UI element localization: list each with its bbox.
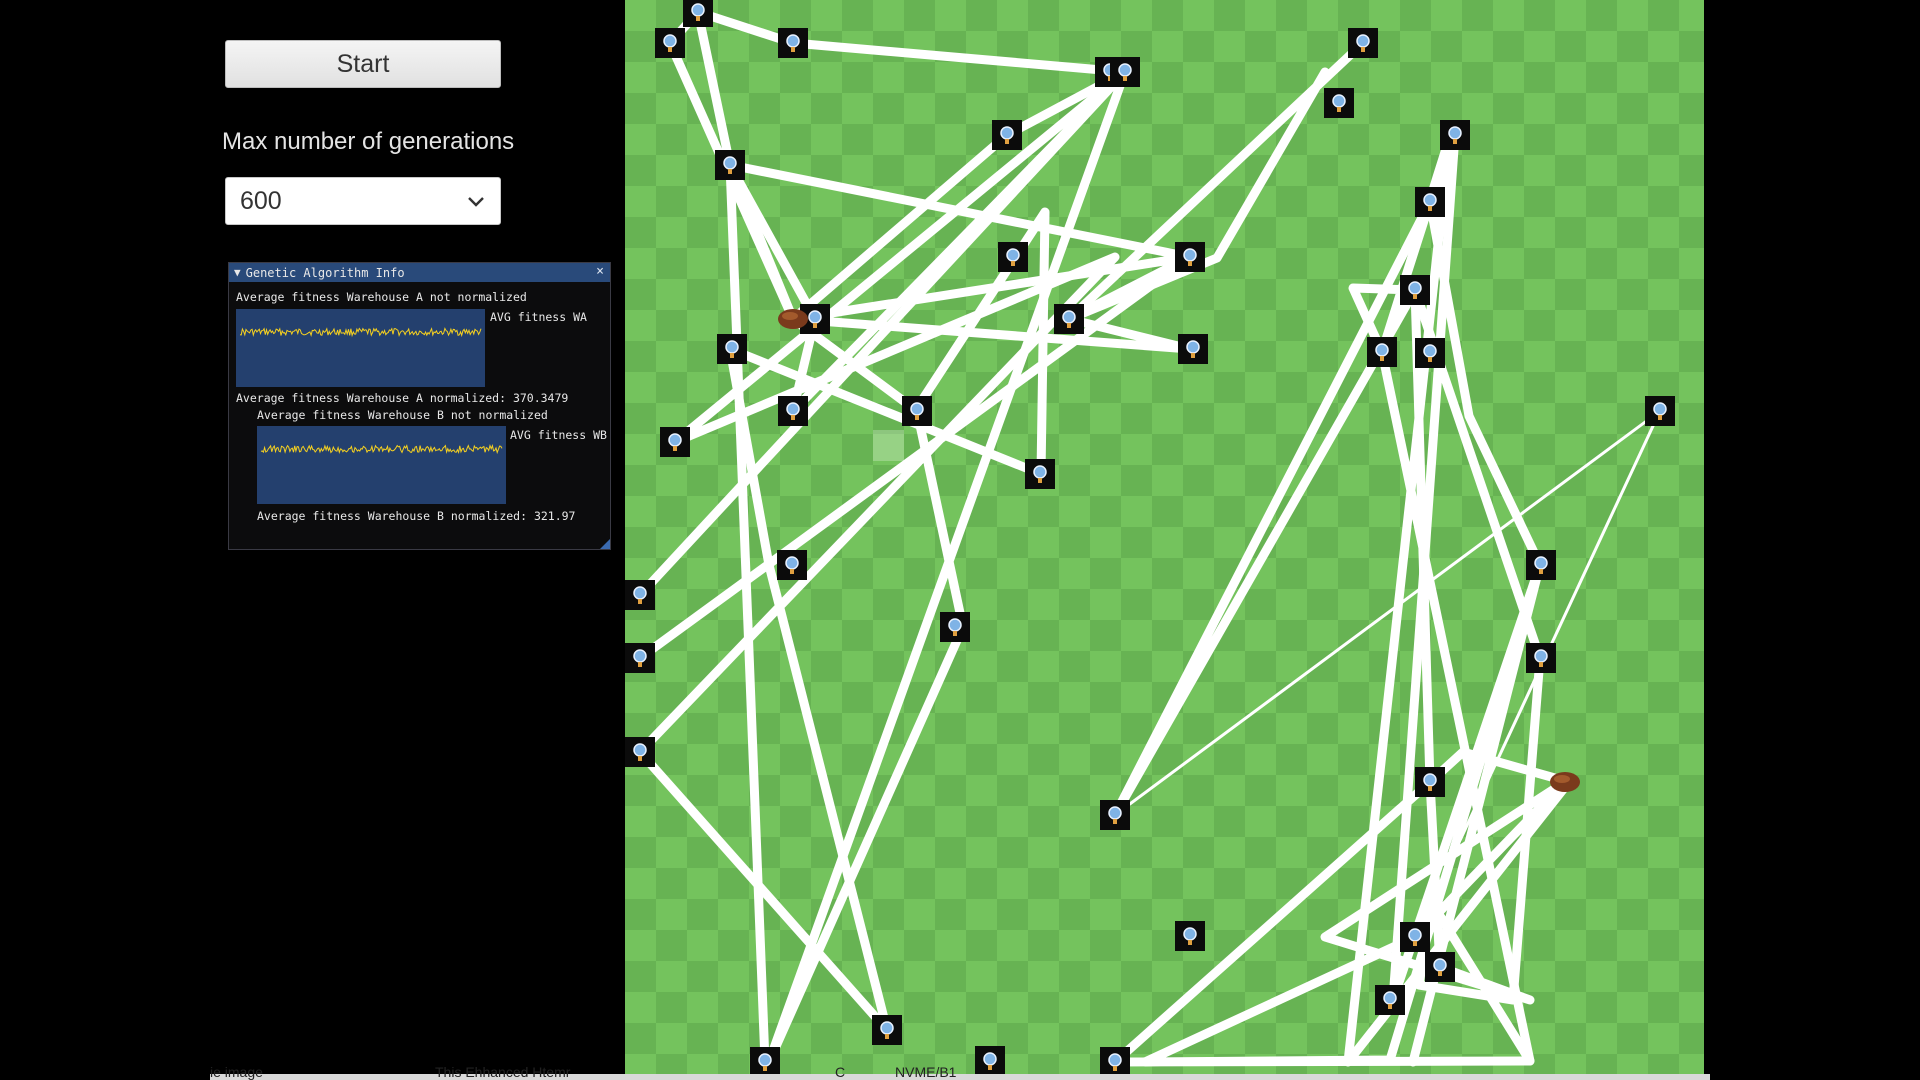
route-canvas xyxy=(625,0,1675,1077)
delivery-point-icon[interactable] xyxy=(655,28,685,58)
delivery-point-icon[interactable] xyxy=(1415,767,1445,797)
vehicle-route xyxy=(635,7,1130,1067)
fitness-line xyxy=(239,327,482,338)
wb-plot-label: AVG fitness WB xyxy=(510,428,607,442)
delivery-point-icon[interactable] xyxy=(625,737,655,767)
warehouse-icon[interactable] xyxy=(778,309,808,329)
delivery-point-icon[interactable] xyxy=(1178,334,1208,364)
delivery-point-icon[interactable] xyxy=(1526,643,1556,673)
delivery-point-icon[interactable] xyxy=(750,1047,780,1077)
bottom-strip: ie image This Ehhanced Htemr C NVME/B1 xyxy=(210,1064,1710,1080)
delivery-point-icon[interactable] xyxy=(940,612,970,642)
delivery-point-icon[interactable] xyxy=(1645,396,1675,426)
delivery-point-icon[interactable] xyxy=(1025,459,1055,489)
ga-window-titlebar[interactable]: ▼ Genetic Algorithm Info × xyxy=(229,263,610,282)
delivery-point-icon[interactable] xyxy=(1100,1047,1130,1077)
footer-fragment-1: ie image xyxy=(210,1064,263,1080)
delivery-point-icon[interactable] xyxy=(1324,88,1354,118)
footer-fragment-2: This Ehhanced Htemr xyxy=(435,1064,571,1080)
delivery-point-icon[interactable] xyxy=(872,1015,902,1045)
delivery-point-icon[interactable] xyxy=(1175,242,1205,272)
fitness-line xyxy=(260,443,503,455)
delivery-point-icon[interactable] xyxy=(1415,187,1445,217)
delivery-point-icon[interactable] xyxy=(1100,800,1130,830)
delivery-point-icon[interactable] xyxy=(625,580,655,610)
delivery-point-icon[interactable] xyxy=(1367,337,1397,367)
selected-cell xyxy=(873,430,904,461)
delivery-point-icon[interactable] xyxy=(1110,57,1140,87)
footer-fragment-3: C xyxy=(835,1064,846,1080)
delivery-point-icon[interactable] xyxy=(992,120,1022,150)
delivery-point-icon[interactable] xyxy=(660,427,690,457)
delivery-point-icon[interactable] xyxy=(1526,550,1556,580)
delivery-point-icon[interactable] xyxy=(902,396,932,426)
wa-normalized: Average fitness Warehouse A normalized: … xyxy=(236,391,569,405)
delivery-point-icon[interactable] xyxy=(777,550,807,580)
warehouse-icon[interactable] xyxy=(1550,772,1580,792)
ga-info-window[interactable]: ▼ Genetic Algorithm Info × Average fitne… xyxy=(228,262,611,550)
wb-fitness-plot[interactable] xyxy=(257,426,506,504)
wa-plot-label: AVG fitness WA xyxy=(490,310,587,324)
delivery-point-icon[interactable] xyxy=(717,334,747,364)
delivery-point-icon[interactable] xyxy=(778,396,808,426)
delivery-point-icon[interactable] xyxy=(1348,28,1378,58)
delivery-point-icon[interactable] xyxy=(1440,120,1470,150)
delivery-point-icon[interactable] xyxy=(1400,275,1430,305)
delivery-point-icon[interactable] xyxy=(1400,922,1430,952)
delivery-point-icon[interactable] xyxy=(625,643,655,673)
start-button[interactable]: Start xyxy=(225,40,501,88)
game-board[interactable] xyxy=(625,0,1704,1080)
generations-value: 600 xyxy=(240,186,282,215)
delivery-point-icon[interactable] xyxy=(715,150,745,180)
delivery-point-icon[interactable] xyxy=(778,28,808,58)
collapse-triangle-icon[interactable]: ▼ xyxy=(234,266,241,279)
delivery-point-icon[interactable] xyxy=(975,1046,1005,1076)
delivery-point-icon[interactable] xyxy=(1425,952,1455,982)
vehicle-route xyxy=(1343,131,1574,1067)
delivery-point-icon[interactable] xyxy=(1175,921,1205,951)
generations-label: Max number of generations xyxy=(222,128,515,155)
close-icon[interactable]: × xyxy=(596,264,604,279)
wa-header: Average fitness Warehouse A not normaliz… xyxy=(236,290,527,304)
delivery-point-icon[interactable] xyxy=(1415,338,1445,368)
generations-select[interactable]: 600 xyxy=(225,177,501,225)
delivery-point-icon[interactable] xyxy=(998,242,1028,272)
delivery-point-icon[interactable] xyxy=(683,0,713,27)
chevron-down-icon xyxy=(468,197,484,207)
delivery-point-icon[interactable] xyxy=(1054,304,1084,334)
wa-fitness-plot[interactable] xyxy=(236,309,485,387)
footer-fragment-4: NVME/B1 xyxy=(895,1064,957,1080)
ga-window-title: Genetic Algorithm Info xyxy=(245,265,405,280)
delivery-point-icon[interactable] xyxy=(1375,985,1405,1015)
resize-grip[interactable] xyxy=(600,539,610,549)
wb-header: Average fitness Warehouse B not normaliz… xyxy=(257,408,548,422)
wb-normalized: Average fitness Warehouse B normalized: … xyxy=(257,509,576,523)
